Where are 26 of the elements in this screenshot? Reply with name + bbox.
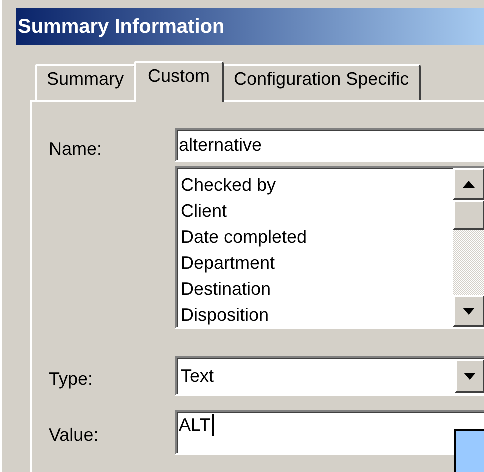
list-item[interactable]: Department <box>181 250 453 276</box>
field-label: Type: <box>49 368 94 391</box>
value-field[interactable]: ALT <box>175 410 484 455</box>
window-title: Summary Information <box>18 14 225 40</box>
list-item[interactable]: Disposition <box>181 302 453 328</box>
name-field[interactable]: alternative <box>175 128 484 162</box>
down-arrow-icon <box>464 372 476 380</box>
tab[interactable]: Custom <box>134 61 224 102</box>
property-list[interactable]: Checked by Client Date completed Department Destination Disposition <box>175 166 484 329</box>
list-item[interactable]: Client <box>181 198 453 224</box>
type-dropdown[interactable]: Text <box>175 356 484 396</box>
list-item[interactable]: Date completed <box>181 224 453 250</box>
field-label: Name: <box>49 138 102 161</box>
field-value: ALT <box>179 414 214 436</box>
dropdown-button[interactable] <box>455 359 484 393</box>
field-label: Value: <box>49 424 99 447</box>
scroll-down-button[interactable] <box>453 295 484 327</box>
scroll-up-button[interactable] <box>453 168 484 200</box>
dropdown-value: Text <box>180 364 216 388</box>
scroll-thumb[interactable] <box>453 200 484 230</box>
list-item[interactable]: Destination <box>181 276 453 302</box>
tab[interactable]: Configuration Specific <box>222 64 422 100</box>
down-arrow-icon <box>463 308 475 314</box>
list-item[interactable]: Checked by <box>181 172 453 198</box>
scrollbar[interactable] <box>453 168 484 327</box>
up-arrow-icon <box>463 180 475 188</box>
